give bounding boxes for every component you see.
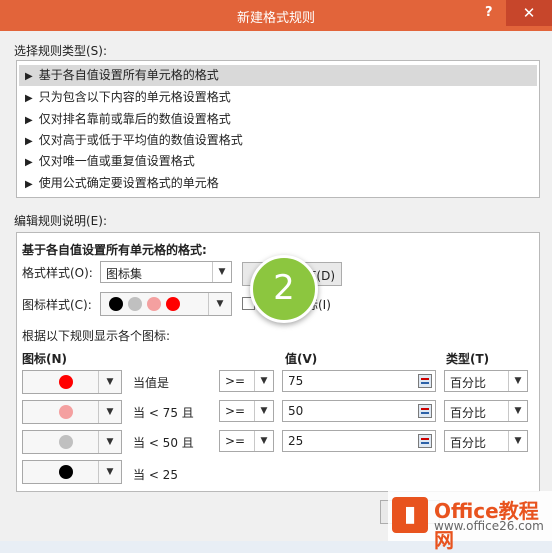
triangle-right-icon: ▶	[25, 115, 33, 126]
pink-circle-icon	[59, 405, 73, 419]
rule-type-list[interactable]: ▶ 基于各自值设置所有单元格的格式 ▶ 只为包含以下内容的单元格设置格式 ▶ 仅对排名…	[16, 60, 540, 198]
dialog-title: 新建格式规则	[236, 11, 315, 26]
circle-icon	[147, 297, 161, 311]
chevron-down-icon: ▼	[98, 371, 121, 393]
triangle-right-icon: ▶	[25, 157, 33, 168]
chevron-down-icon: ▼	[98, 461, 121, 483]
rule-type-item[interactable]: ▶ 基于各自值设置所有单元格的格式	[19, 65, 537, 86]
black-circle-icon	[59, 465, 73, 479]
triangle-right-icon: ▶	[25, 136, 33, 147]
format-style-select[interactable]: 图标集 ▼	[100, 261, 232, 283]
rule-type-item[interactable]: ▶ 仅对唯一值或重复值设置格式	[19, 151, 537, 172]
icon-style-label: 图标样式(C):	[22, 298, 92, 312]
value-1-input[interactable]: 75	[282, 370, 436, 392]
range-picker-icon[interactable]	[418, 434, 432, 448]
icon-1-select[interactable]: ▼	[22, 370, 122, 394]
value-column-header: 值(V)	[285, 352, 318, 366]
icon-3-select[interactable]: ▼	[22, 430, 122, 454]
range-picker-icon[interactable]	[418, 374, 432, 388]
condition-1-label: 当值是	[133, 376, 170, 390]
new-format-rule-dialog: 新建格式规则 ? ✕ 选择规则类型(S): ▶ 基于各自值设置所有单元格的格式 ▶…	[0, 0, 552, 552]
chevron-down-icon: ▼	[98, 401, 121, 423]
gray-circle-icon	[59, 435, 73, 449]
rules-caption: 根据以下规则显示各个图标:	[22, 329, 171, 343]
chevron-down-icon: ▼	[508, 431, 527, 451]
chevron-down-icon: ▼	[254, 401, 273, 421]
circle-icon	[166, 297, 180, 311]
chevron-down-icon: ▼	[508, 401, 527, 421]
triangle-right-icon: ▶	[25, 93, 33, 104]
close-button[interactable]: ✕	[506, 0, 552, 26]
chevron-down-icon: ▼	[254, 431, 273, 451]
chevron-down-icon: ▼	[208, 293, 231, 315]
chevron-down-icon: ▼	[254, 371, 273, 391]
icon-2-select[interactable]: ▼	[22, 400, 122, 424]
watermark-logo: ▮ Office教程网 www.office26.com	[388, 491, 552, 552]
help-icon[interactable]: ?	[485, 5, 493, 20]
office-logo-icon: ▮	[392, 497, 428, 533]
type-3-select[interactable]: 百分比 ▼	[444, 430, 528, 452]
chevron-down-icon: ▼	[98, 431, 121, 453]
condition-3-label: 当 < 50 且	[133, 436, 194, 450]
operator-1-select[interactable]: >= ▼	[219, 370, 274, 392]
rule-heading: 基于各自值设置所有单元格的格式:	[22, 243, 207, 257]
icon-style-select[interactable]: ▼	[100, 292, 232, 316]
edit-rule-label: 编辑规则说明(E):	[14, 214, 107, 228]
value-2-input[interactable]: 50	[282, 400, 436, 422]
chevron-down-icon: ▼	[212, 262, 231, 282]
watermark-url: www.office26.com	[434, 519, 544, 533]
circle-icon	[128, 297, 142, 311]
rule-type-item[interactable]: ▶ 仅对高于或低于平均值的数值设置格式	[19, 130, 537, 151]
value-3-input[interactable]: 25	[282, 430, 436, 452]
chevron-down-icon: ▼	[508, 371, 527, 391]
format-style-label: 格式样式(O):	[22, 266, 93, 280]
title-bar: 新建格式规则 ? ✕	[0, 0, 552, 31]
step-number-badge: 2	[250, 255, 318, 323]
condition-4-label: 当 < 25	[133, 468, 178, 482]
rule-type-item[interactable]: ▶ 只为包含以下内容的单元格设置格式	[19, 87, 537, 108]
icon-column-header: 图标(N)	[22, 352, 68, 366]
type-1-select[interactable]: 百分比 ▼	[444, 370, 528, 392]
rule-type-label: 选择规则类型(S):	[14, 44, 108, 58]
circle-icon	[109, 297, 123, 311]
operator-2-select[interactable]: >= ▼	[219, 400, 274, 422]
icon-4-select[interactable]: ▼	[22, 460, 122, 484]
rule-type-item[interactable]: ▶ 使用公式确定要设置格式的单元格	[19, 173, 537, 194]
triangle-right-icon: ▶	[25, 179, 33, 190]
red-circle-icon	[59, 375, 73, 389]
type-2-select[interactable]: 百分比 ▼	[444, 400, 528, 422]
operator-3-select[interactable]: >= ▼	[219, 430, 274, 452]
triangle-right-icon: ▶	[25, 71, 33, 82]
range-picker-icon[interactable]	[418, 404, 432, 418]
rule-type-item[interactable]: ▶ 仅对排名靠前或靠后的数值设置格式	[19, 109, 537, 130]
type-column-header: 类型(T)	[446, 352, 490, 366]
condition-2-label: 当 < 75 且	[133, 406, 194, 420]
